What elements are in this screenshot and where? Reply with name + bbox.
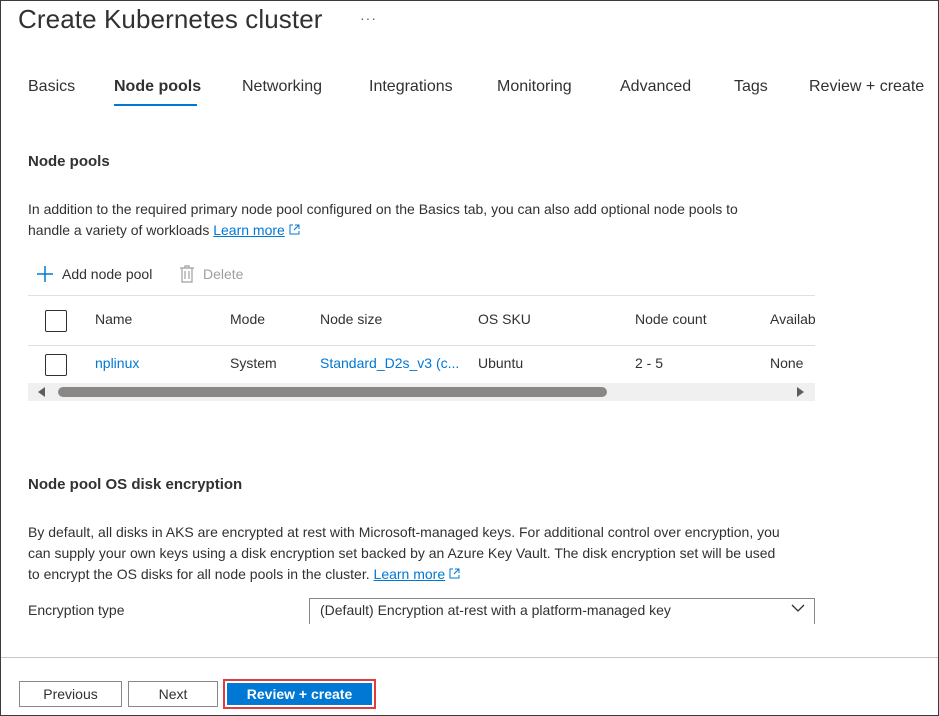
add-node-pool-button[interactable]: Add node pool bbox=[36, 265, 152, 283]
active-tab-indicator bbox=[114, 104, 197, 106]
more-options-icon[interactable]: ··· bbox=[360, 10, 377, 26]
column-header-node-count[interactable]: Node count bbox=[635, 311, 707, 327]
review-create-button[interactable]: Review + create bbox=[227, 683, 372, 705]
tab-monitoring[interactable]: Monitoring bbox=[497, 78, 572, 96]
encryption-description-line3: to encrypt the OS disks for all node poo… bbox=[28, 566, 370, 582]
column-header-os-sku[interactable]: OS SKU bbox=[478, 311, 531, 327]
tab-review-create[interactable]: Review + create bbox=[809, 78, 924, 96]
grid-top-border bbox=[28, 295, 815, 296]
column-header-name[interactable]: Name bbox=[95, 311, 132, 327]
tab-tags[interactable]: Tags bbox=[734, 78, 768, 96]
scrollbar-thumb[interactable] bbox=[58, 387, 607, 397]
encryption-type-label: Encryption type bbox=[28, 602, 125, 618]
encryption-description: By default, all disks in AKS are encrypt… bbox=[28, 522, 780, 585]
node-pool-name-link[interactable]: nplinux bbox=[95, 355, 139, 371]
node-pool-availability: None bbox=[770, 355, 804, 371]
node-size-link[interactable]: Standard_D2s_v3 (c... bbox=[320, 355, 459, 371]
scroll-right-icon[interactable] bbox=[797, 387, 804, 397]
page-title: Create Kubernetes cluster bbox=[18, 4, 323, 34]
node-pools-description: In addition to the required primary node… bbox=[28, 199, 738, 241]
tab-node-pools[interactable]: Node pools bbox=[114, 78, 201, 96]
create-cluster-page: Create Kubernetes cluster ··· Basics Nod… bbox=[0, 0, 939, 716]
column-header-node-size[interactable]: Node size bbox=[320, 311, 382, 327]
delete-button[interactable]: Delete bbox=[179, 265, 243, 283]
trash-icon bbox=[180, 265, 194, 283]
encryption-description-line1: By default, all disks in AKS are encrypt… bbox=[28, 524, 780, 540]
node-pools-description-line1: In addition to the required primary node… bbox=[28, 201, 738, 217]
next-button[interactable]: Next bbox=[128, 681, 218, 707]
chevron-down-icon[interactable] bbox=[791, 603, 805, 613]
tab-advanced[interactable]: Advanced bbox=[620, 78, 691, 96]
grid-header-divider bbox=[28, 345, 815, 346]
node-pool-os-sku: Ubuntu bbox=[478, 355, 524, 371]
tab-networking[interactable]: Networking bbox=[242, 78, 322, 96]
column-header-mode[interactable]: Mode bbox=[230, 311, 265, 327]
encryption-description-line2: can supply your own keys using a disk en… bbox=[28, 545, 776, 561]
scroll-left-icon[interactable] bbox=[38, 387, 45, 397]
add-node-pool-label: Add node pool bbox=[62, 266, 153, 282]
node-pool-mode: System bbox=[230, 355, 277, 371]
encryption-learn-more-link[interactable]: Learn more bbox=[374, 566, 446, 582]
external-link-icon bbox=[289, 224, 300, 235]
tab-basics[interactable]: Basics bbox=[28, 78, 75, 96]
row-checkbox[interactable] bbox=[45, 354, 67, 376]
delete-label: Delete bbox=[203, 266, 244, 282]
previous-button[interactable]: Previous bbox=[19, 681, 122, 707]
external-link-icon bbox=[449, 568, 460, 579]
select-all-checkbox[interactable] bbox=[45, 310, 67, 332]
node-pools-heading: Node pools bbox=[28, 153, 110, 170]
node-pool-count: 2 - 5 bbox=[635, 355, 664, 371]
tab-integrations[interactable]: Integrations bbox=[369, 78, 453, 96]
column-header-availability[interactable]: Availab bbox=[770, 311, 815, 327]
plus-icon bbox=[37, 266, 53, 282]
footer-divider bbox=[1, 657, 938, 658]
encryption-type-dropdown[interactable]: (Default) Encryption at-rest with a plat… bbox=[309, 598, 815, 624]
node-pools-learn-more-link[interactable]: Learn more bbox=[213, 222, 285, 238]
encryption-heading: Node pool OS disk encryption bbox=[28, 476, 243, 493]
review-create-highlight: Review + create bbox=[223, 679, 376, 709]
node-pools-description-line2: handle a variety of workloads bbox=[28, 222, 210, 238]
